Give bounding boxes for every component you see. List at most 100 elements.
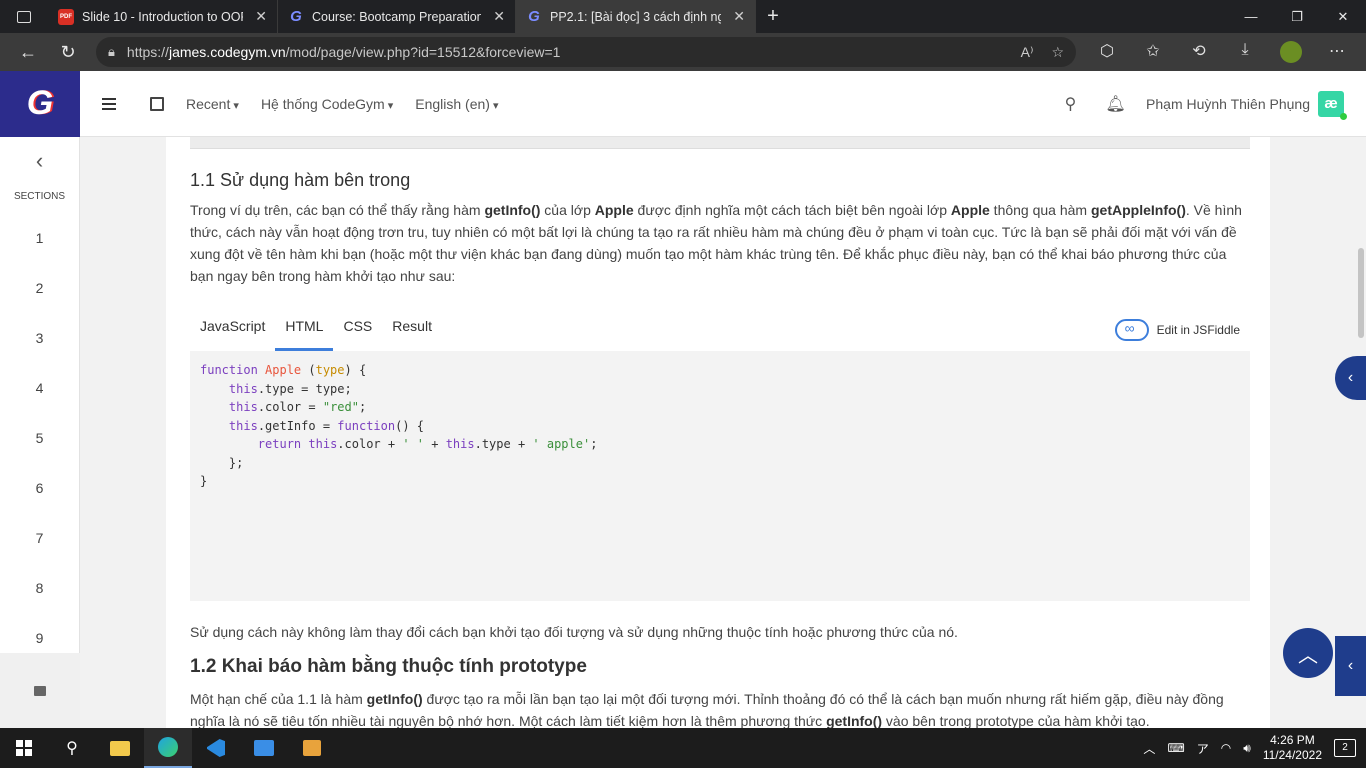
user-name[interactable]: Phạm Huỳnh Thiên Phụng [1146,96,1310,112]
section-item-7[interactable]: 7 [0,518,79,568]
menu-language[interactable]: English (en) [415,96,498,112]
add-favorite-icon[interactable]: ☆ [1051,44,1064,61]
text: thông qua hàm [989,202,1091,218]
browser-tab-3[interactable]: G PP2.1: [Bài đọc] 3 cách định nghĩ ✕ [516,0,756,33]
history-icon[interactable]: ⟲ [1176,41,1222,63]
tab-title: Course: Bootcamp Preparation 2 [312,9,482,24]
edit-in-jsfiddle-link[interactable]: Edit in JSFiddle [1114,319,1240,341]
clock[interactable]: 4:26 PM 11/24/2022 [1263,733,1322,763]
wifi-icon[interactable]: ◠ [1221,741,1231,755]
fullscreen-icon[interactable] [150,96,164,111]
text: Một hạn chế của 1.1 là hàm [190,691,367,707]
search-icon[interactable]: ⚲ [1048,94,1093,114]
chevron-left-icon[interactable]: ‹ [1335,636,1366,696]
bold-text: getInfo() [366,691,423,707]
media-player-icon[interactable] [288,728,336,768]
archive-icon[interactable] [34,685,46,696]
keyboard-icon[interactable]: ⌨ [1167,741,1184,755]
close-icon[interactable]: ✕ [733,8,745,25]
user-avatar[interactable]: æ [1318,90,1347,120]
clock-time: 4:26 PM [1270,733,1315,747]
paragraph-3: Một hạn chế của 1.1 là hàm getInfo() đượ… [190,688,1250,728]
url-path: /mod/page/view.php?id=15512&forceview=1 [285,44,561,60]
heading-1-2: 1.2 Khai báo hàm bằng thuộc tính prototy… [190,656,587,677]
bold-text: getInfo() [826,713,883,728]
system-tray: ︿ ⌨ ア ◠ 🔊︎ 4:26 PM 11/24/2022 2 [1143,733,1366,763]
chevron-left-icon[interactable]: ‹ [0,137,79,185]
tab-javascript[interactable]: JavaScript [190,309,275,351]
section-item-4[interactable]: 4 [0,368,79,418]
lock-icon: 🔒︎ [108,44,115,59]
sections-label: SECTIONS [13,191,66,202]
section-item-1[interactable]: 1 [0,218,79,268]
windows-taskbar: ⚲ ︿ ⌨ ア ◠ 🔊︎ 4:26 PM 11/24/2022 2 [0,728,1366,768]
chevron-up-icon[interactable]: ︿ [1143,740,1155,757]
back-button[interactable]: ← [8,33,48,71]
extensions-icon[interactable]: ⬡ [1084,41,1130,63]
close-window-icon[interactable]: ✕ [1320,0,1366,33]
tab-actions-button[interactable] [0,0,48,33]
section-item-8[interactable]: 8 [0,568,79,618]
code-block: function Apple (type) { this.type = type… [190,351,1250,601]
bold-text: getInfo() [484,202,541,218]
restore-icon[interactable]: ❐ [1274,0,1320,33]
jsfiddle-tabs: JavaScript HTML CSS Result Edit in JSFid… [190,309,1250,351]
new-tab-button[interactable]: + [756,5,790,28]
code-token: Apple [265,363,302,377]
menu-recent[interactable]: Recent [186,96,239,112]
paragraph-1: Trong ví dụ trên, các bạn có thể thấy rằ… [190,199,1250,287]
downloads-icon[interactable]: ⤓ [1222,41,1268,63]
edge-browser-icon[interactable] [144,728,192,768]
code-token: this [445,437,475,451]
search-icon[interactable]: ⚲ [48,728,96,768]
favorites-icon[interactable]: ✩ [1130,41,1176,63]
bold-text: getAppleInfo() [1090,202,1186,218]
code-token: this [228,400,258,414]
photos-icon[interactable] [240,728,288,768]
header-right: ⚲ 🔔︎ Phạm Huỳnh Thiên Phụng æ [1048,90,1366,120]
text: của lớp [540,202,595,218]
section-item-3[interactable]: 3 [0,318,79,368]
section-item-2[interactable]: 2 [0,268,79,318]
heading-1-1: 1.1 Sử dụng hàm bên trong [190,170,411,190]
vscode-icon[interactable] [192,728,240,768]
notification-bell-icon[interactable]: 🔔︎ [1093,94,1138,114]
browser-tab-1[interactable]: PDF Slide 10 - Introduction to OOP.p ✕ [48,0,278,33]
language-icon[interactable]: ア [1197,740,1209,757]
tab-title: Slide 10 - Introduction to OOP.p [82,9,244,24]
profile-avatar[interactable] [1268,41,1314,63]
close-icon[interactable]: ✕ [255,8,267,25]
tab-css[interactable]: CSS [333,309,382,351]
page-scrollbar[interactable] [1358,248,1364,338]
volume-icon[interactable]: 🔊︎ [1243,741,1251,756]
tab-html[interactable]: HTML [275,309,334,351]
text: được định nghĩa một cách tách biệt bên n… [633,202,951,218]
paragraph-2: Sử dụng cách này không làm thay đổi cách… [190,624,958,640]
section-item-6[interactable]: 6 [0,468,79,518]
clock-date: 11/24/2022 [1262,748,1322,762]
hamburger-menu-icon[interactable] [102,97,116,110]
chevron-left-icon[interactable]: ‹ [1335,356,1366,400]
code-token: this [228,381,258,396]
file-explorer-icon[interactable] [96,728,144,768]
tab-result[interactable]: Result [382,309,442,351]
reload-button[interactable]: ↻ [48,33,88,71]
minimize-icon[interactable]: — [1228,0,1274,33]
url-actions: A⁾ ☆ [1021,44,1064,61]
browser-tab-2[interactable]: G Course: Bootcamp Preparation 2 ✕ [278,0,516,33]
scroll-to-top-button[interactable]: ︿ [1283,628,1333,678]
read-aloud-icon[interactable]: A⁾ [1021,44,1034,61]
cloud-icon [1114,319,1149,341]
text: Trong ví dụ trên, các bạn có thể thấy rằ… [190,202,485,218]
url-input[interactable]: 🔒︎ https://james.codegym.vn/mod/page/vie… [96,37,1076,67]
code-token: function [200,363,258,377]
tab-title: PP2.1: [Bài đọc] 3 cách định nghĩ [550,9,722,24]
section-item-5[interactable]: 5 [0,418,79,468]
start-button[interactable] [0,728,48,768]
menu-codegym-system[interactable]: Hệ thống CodeGym [261,96,393,112]
notifications-icon[interactable]: 2 [1334,739,1356,757]
more-options-icon[interactable]: ⋯ [1314,41,1360,63]
close-icon[interactable]: ✕ [493,8,505,25]
codegym-logo[interactable]: G [0,70,80,137]
windows-icon [16,740,32,756]
